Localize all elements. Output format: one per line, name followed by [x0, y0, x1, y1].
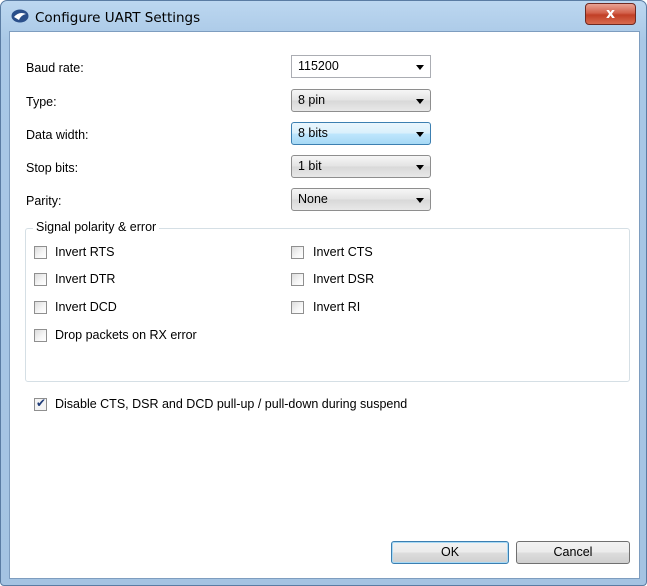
parity-label: Parity: — [26, 194, 62, 208]
drop-packets-checkbox[interactable] — [34, 329, 47, 342]
chevron-down-icon — [416, 198, 424, 203]
invert-rts-label[interactable]: Invert RTS — [55, 245, 115, 259]
parity-select[interactable]: None — [291, 188, 431, 211]
type-value: 8 pin — [298, 93, 326, 107]
invert-ri-checkbox[interactable] — [291, 301, 304, 314]
checkmark-icon: ✔ — [36, 396, 47, 410]
chevron-down-icon — [416, 99, 424, 104]
baud-rate-value: 115200 — [298, 59, 339, 73]
cypress-logo-icon — [11, 9, 29, 23]
invert-rts-checkbox[interactable] — [34, 246, 47, 259]
parity-value: None — [298, 192, 328, 206]
stop-bits-select[interactable]: 1 bit — [291, 155, 431, 178]
disable-pull-label[interactable]: Disable CTS, DSR and DCD pull-up / pull-… — [55, 397, 407, 411]
stop-bits-value: 1 bit — [298, 159, 322, 173]
window-title: Configure UART Settings — [35, 10, 201, 26]
invert-ri-label[interactable]: Invert RI — [313, 300, 360, 314]
title-bar[interactable]: Configure UART Settings x — [1, 1, 646, 33]
type-label: Type: — [26, 95, 57, 109]
chevron-down-icon — [416, 132, 424, 137]
invert-dtr-label[interactable]: Invert DTR — [55, 272, 115, 286]
cancel-button[interactable]: Cancel — [516, 541, 630, 564]
invert-dsr-label[interactable]: Invert DSR — [313, 272, 374, 286]
data-width-value: 8 bits — [298, 126, 328, 140]
invert-dcd-checkbox[interactable] — [34, 301, 47, 314]
baud-rate-label: Baud rate: — [26, 61, 84, 75]
disable-pull-checkbox[interactable]: ✔ — [34, 396, 47, 411]
type-select[interactable]: 8 pin — [291, 89, 431, 112]
invert-cts-label[interactable]: Invert CTS — [313, 245, 373, 259]
ok-button[interactable]: OK — [391, 541, 509, 564]
invert-dtr-checkbox[interactable] — [34, 273, 47, 286]
close-button[interactable]: x — [585, 3, 636, 25]
baud-rate-combo[interactable]: 115200 — [291, 55, 431, 78]
invert-dsr-checkbox[interactable] — [291, 273, 304, 286]
drop-packets-label[interactable]: Drop packets on RX error — [55, 328, 197, 342]
invert-cts-checkbox[interactable] — [291, 246, 304, 259]
close-icon: x — [605, 6, 616, 22]
signal-polarity-group-title: Signal polarity & error — [33, 220, 160, 234]
chevron-down-icon — [416, 65, 424, 70]
data-width-select[interactable]: 8 bits — [291, 122, 431, 145]
invert-dcd-label[interactable]: Invert DCD — [55, 300, 117, 314]
data-width-label: Data width: — [26, 128, 89, 142]
stop-bits-label: Stop bits: — [26, 161, 79, 175]
chevron-down-icon — [416, 165, 424, 170]
